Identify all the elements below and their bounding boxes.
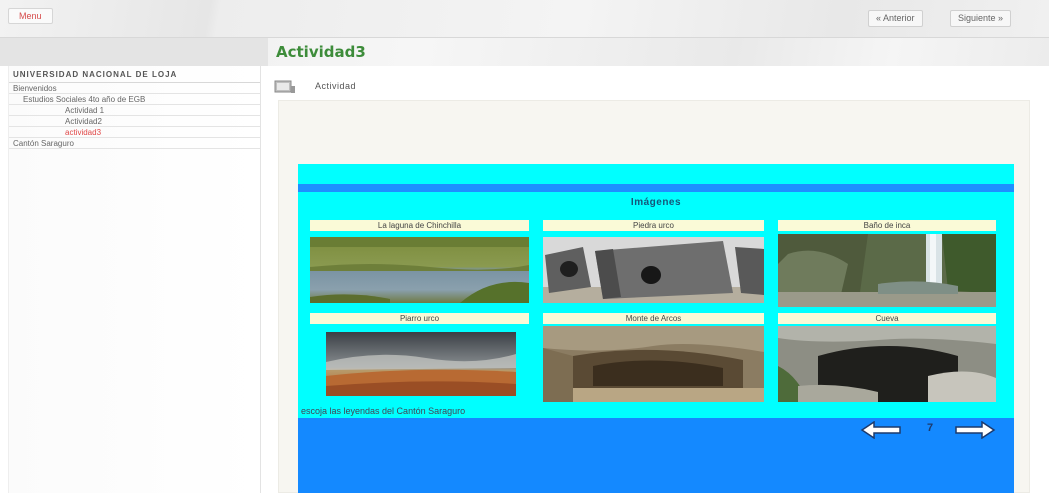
top-toolbar: Menu « Anterior Siguiente » [0, 0, 1049, 38]
gallery-instruction: escoja las leyendas del Cantón Saraguro [301, 406, 466, 416]
sidebar-heading: Universidad Nacional de Loja [9, 66, 260, 83]
menu-button[interactable]: Menu [8, 8, 53, 24]
caption-piedra-urco: Piedra urco [543, 220, 764, 231]
sidebar-item-canton-saraguro[interactable]: Cantón Saraguro [9, 138, 260, 149]
page-number: 7 [926, 422, 934, 434]
caption-cueva: Cueva [778, 313, 996, 324]
photo-laguna[interactable] [310, 237, 529, 303]
title-band: Actividad3 [0, 38, 1049, 66]
sidebar-item-bienvenidos[interactable]: Bienvenidos [9, 83, 260, 94]
caption-monte-arcos: Monte de Arcos [543, 313, 764, 324]
photo-piedra-urco[interactable] [543, 237, 764, 303]
page-title: Actividad3 [276, 43, 366, 61]
photo-cueva[interactable] [778, 326, 996, 402]
image-gallery: Imágenes La laguna de Chinchilla Piedra … [298, 164, 1014, 493]
photo-bano-inca[interactable] [778, 234, 996, 307]
gallery-bottom-panel [298, 418, 1014, 493]
previous-button[interactable]: « Anterior [868, 10, 923, 27]
arrow-left-icon[interactable] [860, 420, 902, 440]
gallery-title: Imágenes [630, 197, 682, 208]
caption-piarro-urco: Piarro urco [310, 313, 529, 324]
arrow-right-icon[interactable] [954, 420, 996, 440]
sidebar-item-actividad-3[interactable]: actividad3 [9, 127, 260, 138]
gallery-stripe [298, 184, 1014, 192]
next-button[interactable]: Siguiente » [950, 10, 1012, 27]
sidebar-item-estudios-sociales[interactable]: Estudios Sociales 4to año de EGB [9, 94, 260, 105]
title-band-left-shade [0, 38, 268, 66]
sidebar: Universidad Nacional de Loja Bienvenidos… [8, 66, 261, 493]
photo-piarro-urco[interactable] [326, 332, 516, 396]
photo-monte-arcos[interactable] [543, 326, 764, 402]
sidebar-item-actividad-2[interactable]: Actividad2 [9, 116, 260, 127]
caption-bano-inca: Baño de inca [778, 220, 996, 231]
activity-icon [274, 80, 296, 94]
caption-laguna: La laguna de Chinchilla [310, 220, 529, 231]
sidebar-item-actividad-1[interactable]: Actividad 1 [9, 105, 260, 116]
activity-label: Actividad [315, 81, 357, 91]
